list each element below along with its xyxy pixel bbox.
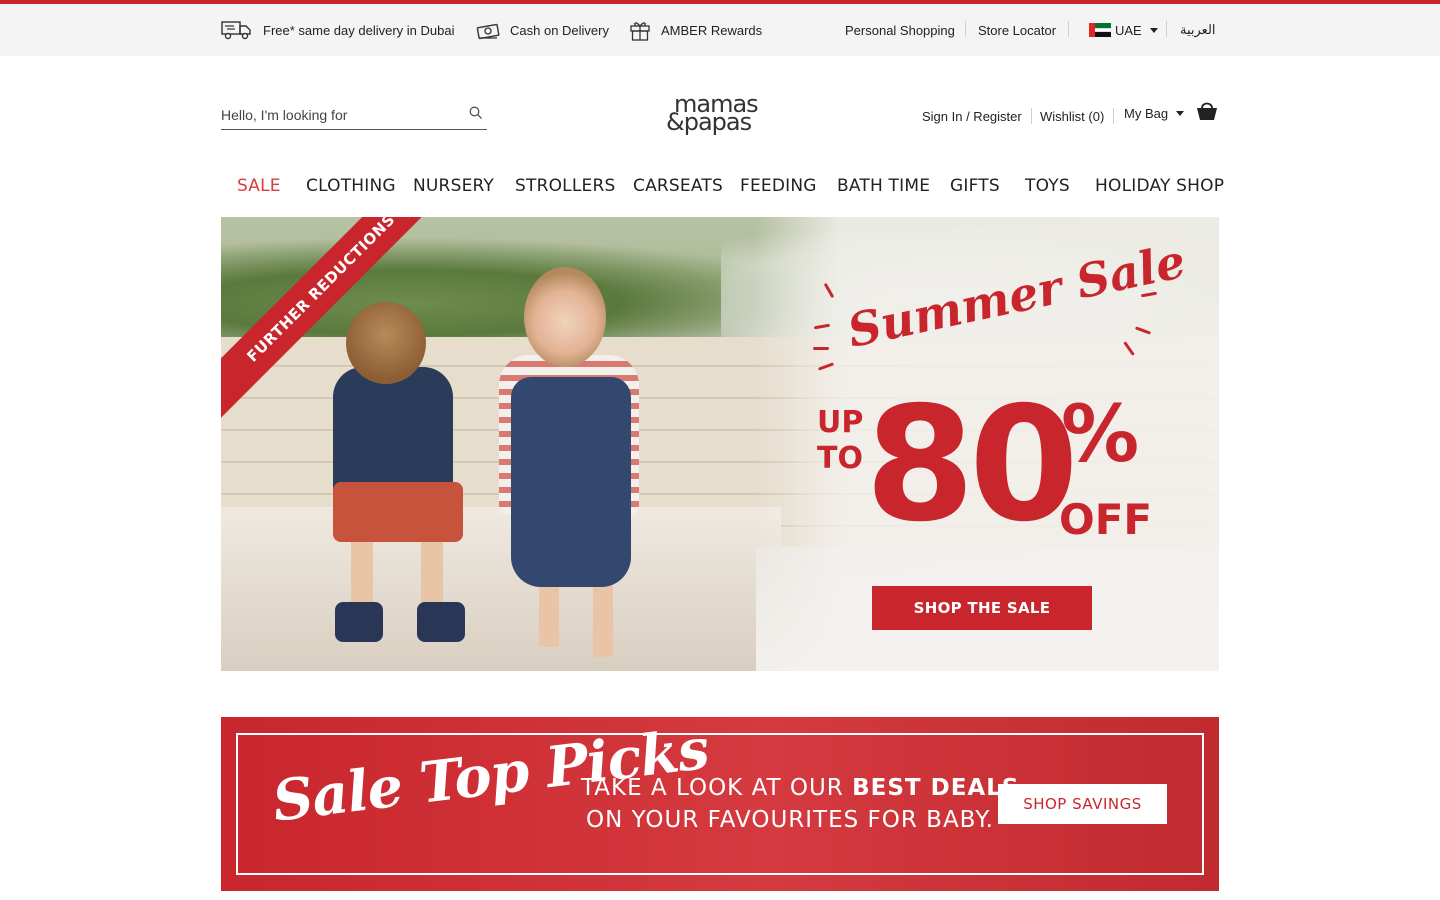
sparkle-dash (813, 347, 829, 350)
shop-the-sale-button[interactable]: SHOP THE SALE (872, 586, 1092, 630)
boy-figure (417, 602, 465, 642)
search-box (221, 100, 487, 130)
country-selector[interactable]: UAE (1089, 4, 1158, 56)
divider (1068, 21, 1069, 37)
nav-item-clothing[interactable]: CLOTHING (306, 168, 396, 204)
nav-item-gifts[interactable]: GIFTS (950, 168, 1000, 204)
divider (1031, 108, 1032, 124)
sign-in-link[interactable]: Sign In / Register (922, 104, 1022, 128)
shopping-bag-icon[interactable] (1196, 100, 1218, 122)
girl-figure (524, 267, 606, 367)
nav-item-feeding[interactable]: FEEDING (740, 168, 817, 204)
boy-figure (333, 482, 463, 542)
promo-line-2: ON YOUR FAVOURITES FOR BABY. (586, 807, 994, 833)
nav-item-sale[interactable]: SALE (237, 168, 281, 204)
delivery-promo[interactable]: Free* same day delivery in Dubai (221, 4, 454, 56)
search-icon[interactable] (469, 106, 483, 120)
main-navigation: SALE CLOTHING NURSERY STROLLERS CARSEATS… (221, 168, 1224, 204)
rewards-text: AMBER Rewards (661, 22, 763, 38)
chevron-down-icon (1149, 27, 1158, 33)
hero-banner[interactable]: FURTHER REDUCTIONS Summer Sale UP TO 80 … (221, 217, 1219, 671)
language-label: العربية (1180, 22, 1216, 37)
nav-item-nursery[interactable]: NURSERY (413, 168, 494, 204)
up-to-label: UP TO (817, 405, 863, 477)
my-bag-button[interactable]: My Bag (1124, 101, 1185, 125)
boy-figure (333, 367, 453, 497)
bag-label: My Bag (1124, 105, 1169, 121)
cash-icon (476, 23, 500, 40)
cod-text: Cash on Delivery (510, 22, 609, 38)
off-label: OFF (1059, 495, 1153, 544)
girl-figure (593, 577, 613, 657)
boy-figure (335, 602, 383, 642)
divider (965, 21, 966, 37)
logo-line-2: &papas (666, 108, 752, 136)
promo-line-1-text: TAKE A LOOK AT OUR (581, 775, 853, 801)
personal-shopping-link[interactable]: Personal Shopping (845, 4, 955, 56)
delivery-text: Free* same day delivery in Dubai (263, 22, 455, 38)
cash-on-delivery[interactable]: Cash on Delivery (476, 4, 609, 56)
nav-item-bath-time[interactable]: BATH TIME (837, 168, 930, 204)
promo-line-1: TAKE A LOOK AT OUR BEST DEALS (581, 775, 1019, 801)
store-locator-link[interactable]: Store Locator (978, 4, 1056, 56)
divider (1113, 108, 1114, 124)
language-switch[interactable]: العربية (1180, 4, 1216, 56)
nav-item-carseats[interactable]: CARSEATS (633, 168, 723, 204)
boy-figure (346, 302, 426, 384)
nav-item-holiday-shop[interactable]: HOLIDAY SHOP (1095, 168, 1224, 204)
up-text: UP (817, 405, 864, 440)
nav-item-strollers[interactable]: STROLLERS (515, 168, 615, 204)
store-locator-label: Store Locator (978, 22, 1057, 38)
brand-logo[interactable]: mamas &papas (660, 88, 780, 142)
boy-figure (351, 537, 373, 607)
sign-in-label: Sign In / Register (922, 108, 1022, 124)
amber-rewards[interactable]: AMBER Rewards (629, 4, 762, 56)
country-label: UAE (1115, 22, 1142, 38)
discount-amount: 80 (865, 373, 1079, 557)
wishlist-link[interactable]: Wishlist (0) (1040, 104, 1104, 128)
percent-sign: % (1061, 390, 1140, 480)
shop-savings-button[interactable]: SHOP SAVINGS (998, 784, 1167, 824)
gift-icon (630, 22, 650, 41)
delivery-truck-icon (221, 21, 251, 40)
search-input[interactable] (221, 105, 461, 125)
stone-ledge (221, 507, 781, 671)
sale-top-picks-banner[interactable]: Sale Top Picks TAKE A LOOK AT OUR BEST D… (221, 716, 1219, 891)
wishlist-label: Wishlist (0) (1040, 108, 1105, 124)
nav-item-toys[interactable]: TOYS (1025, 168, 1070, 204)
chevron-down-icon (1176, 110, 1185, 116)
girl-figure (511, 377, 631, 587)
personal-shopping-label: Personal Shopping (845, 22, 955, 38)
uae-flag-icon (1089, 23, 1111, 37)
boy-figure (421, 537, 443, 607)
to-text: TO (817, 441, 863, 476)
divider (1166, 21, 1167, 37)
girl-figure (539, 577, 559, 647)
best-deals-text: BEST DEALS (852, 775, 1020, 801)
utility-bar: Free* same day delivery in Dubai Cash on… (0, 4, 1440, 56)
